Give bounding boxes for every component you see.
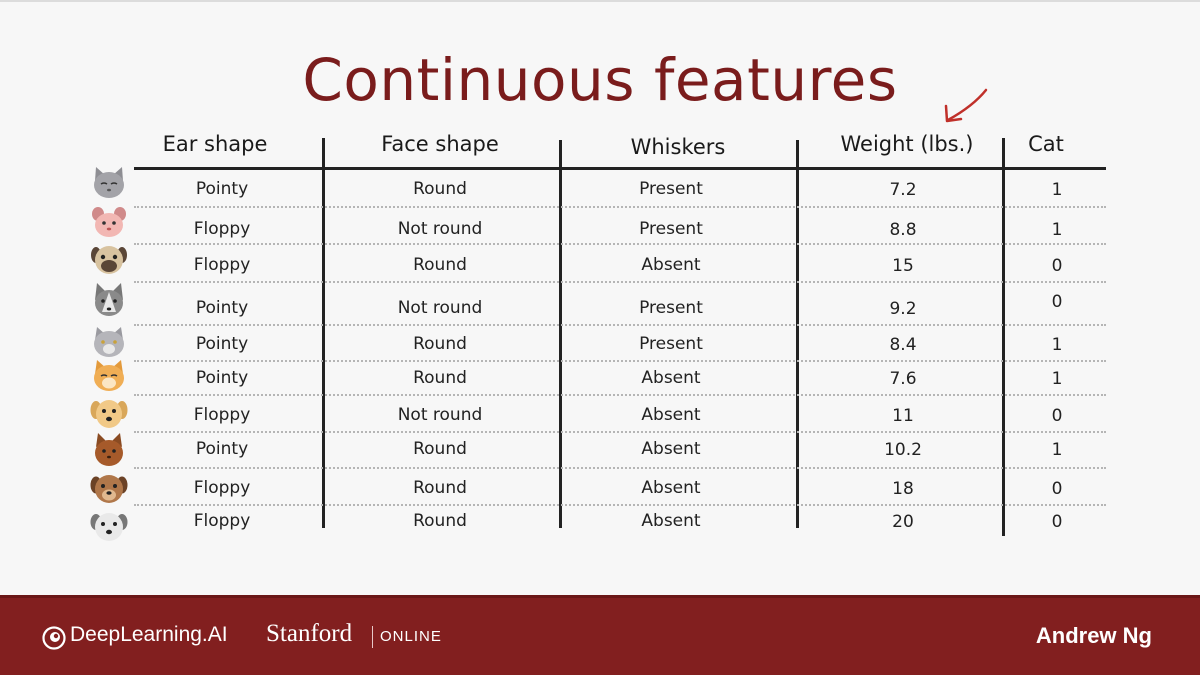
cell-face-shape: Round — [413, 368, 467, 388]
cell-weight: 9.2 — [889, 299, 917, 319]
row-separator — [134, 431, 1106, 433]
cell-cat: 1 — [1051, 335, 1063, 355]
deeplearning-logo-icon — [42, 626, 66, 650]
cell-face-shape: Round — [413, 255, 467, 275]
top-border — [0, 0, 1200, 2]
cell-whiskers: Absent — [641, 255, 701, 275]
pug-dog-icon — [91, 246, 127, 274]
cell-face-shape: Round — [413, 334, 467, 354]
cell-cat: 1 — [1051, 180, 1063, 200]
cell-cat: 0 — [1051, 479, 1063, 499]
annotation-arrow-icon — [944, 88, 988, 123]
cell-weight: 8.8 — [889, 220, 917, 240]
brand-online: ONLINE — [380, 628, 442, 645]
golden-dog-icon — [90, 400, 128, 428]
cell-whiskers: Absent — [641, 439, 701, 459]
author-name: Andrew Ng — [1035, 623, 1152, 648]
slide-title: Continuous features — [302, 46, 898, 114]
orange-cat-icon — [94, 360, 124, 391]
cell-face-shape: Round — [413, 439, 467, 459]
row-separator — [134, 394, 1106, 396]
cell-whiskers: Present — [639, 179, 703, 199]
cell-weight: 18 — [892, 479, 914, 499]
cell-weight: 7.2 — [889, 180, 917, 200]
header-ear-shape: Ear shape — [162, 132, 268, 156]
cell-cat: 1 — [1051, 369, 1063, 389]
header-face-shape: Face shape — [381, 132, 499, 156]
brand-stanford: Stanford — [266, 620, 353, 647]
row-separator — [134, 467, 1106, 469]
gray-cat-icon — [94, 167, 124, 198]
cell-cat: 0 — [1051, 256, 1063, 276]
cell-cat: 0 — [1051, 512, 1063, 532]
cell-ear-shape: Floppy — [193, 255, 251, 275]
cell-weight: 15 — [892, 256, 914, 276]
cell-weight: 11 — [892, 406, 914, 426]
cell-weight: 10.2 — [884, 440, 922, 460]
column-divider — [796, 140, 799, 528]
cell-whiskers: Present — [639, 298, 703, 318]
row-separator — [134, 206, 1106, 208]
cell-face-shape: Round — [413, 478, 467, 498]
cell-ear-shape: Floppy — [193, 478, 251, 498]
header-whiskers: Whiskers — [630, 135, 726, 159]
row-separator — [134, 504, 1106, 506]
cell-ear-shape: Pointy — [195, 368, 249, 388]
row-separator — [134, 324, 1106, 326]
cell-whiskers: Absent — [641, 368, 701, 388]
cell-cat: 1 — [1051, 220, 1063, 240]
white-dog-icon — [90, 513, 128, 541]
cell-ear-shape: Pointy — [195, 179, 249, 199]
header-cat: Cat — [1028, 132, 1064, 156]
row-separator — [134, 281, 1106, 283]
husky-dog-icon — [95, 283, 123, 316]
cell-cat: 1 — [1051, 440, 1063, 460]
cell-whiskers: Absent — [641, 405, 701, 425]
column-divider — [322, 138, 325, 528]
cell-ear-shape: Floppy — [193, 511, 251, 531]
cell-face-shape: Not round — [397, 219, 483, 239]
gray-cat-icon-2 — [94, 327, 124, 357]
cell-weight: 7.6 — [889, 369, 917, 389]
cell-whiskers: Present — [639, 219, 703, 239]
cell-weight: 20 — [892, 512, 914, 532]
cell-face-shape: Round — [413, 511, 467, 531]
cell-whiskers: Absent — [641, 511, 701, 531]
cell-ear-shape: Pointy — [195, 298, 249, 318]
row-separator — [134, 360, 1106, 362]
brown-dog-icon — [90, 475, 128, 503]
cell-whiskers: Absent — [641, 478, 701, 498]
cell-ear-shape: Pointy — [195, 334, 249, 354]
cell-ear-shape: Pointy — [195, 439, 249, 459]
cell-whiskers: Present — [639, 334, 703, 354]
cell-face-shape: Round — [413, 179, 467, 199]
cell-cat: 0 — [1051, 406, 1063, 426]
cell-face-shape: Not round — [397, 298, 483, 318]
cell-ear-shape: Floppy — [193, 405, 251, 425]
brown-cat-icon — [95, 433, 123, 466]
column-divider — [1002, 138, 1005, 536]
pink-cat-icon — [92, 207, 126, 237]
row-separator — [134, 243, 1106, 245]
column-divider — [559, 140, 562, 528]
brand-separator — [372, 626, 373, 648]
cell-cat: 0 — [1051, 292, 1063, 312]
cell-ear-shape: Floppy — [193, 219, 251, 239]
header-rule — [134, 167, 1106, 170]
cell-weight: 8.4 — [889, 335, 917, 355]
brand-deeplearning: DeepLearning.AI — [70, 623, 228, 646]
header-weight: Weight (lbs.) — [840, 132, 974, 156]
footer-top-edge — [0, 595, 1200, 598]
cell-face-shape: Not round — [397, 405, 483, 425]
